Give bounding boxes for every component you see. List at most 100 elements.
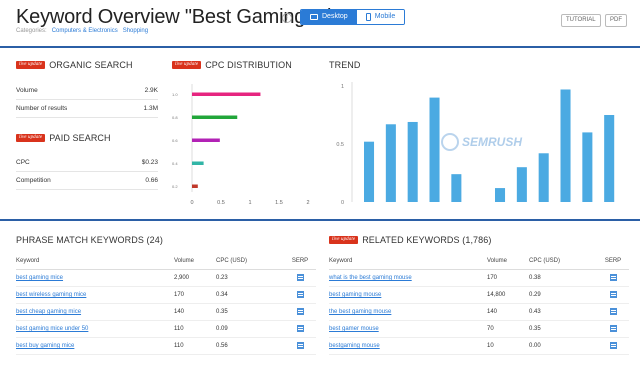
cpc-bar [192,184,198,188]
mobile-toggle-button[interactable]: Mobile [356,10,405,24]
table-row: best gaming mouse 14,800 0.29 [329,287,629,304]
trend-bar [538,153,549,202]
cpc-cell: 0.56 [216,343,228,349]
keyword-link[interactable]: best buy gaming mice [16,343,174,349]
column-volume[interactable]: Volume [174,258,216,264]
cpc-cell: 0.00 [529,343,541,349]
serp-icon[interactable] [609,273,617,281]
cpc-cell: 0.09 [216,326,228,332]
trend-bar [429,97,440,202]
volume-cell: 14,800 [487,292,506,298]
keyword-link[interactable]: what is the best gaming mouse [329,275,487,281]
serp-icon[interactable] [296,341,304,349]
x-tick-label: 0 [190,200,193,206]
trend-bar [364,141,375,202]
y-tick-label: 0.4 [172,161,178,166]
volume-cell: 110 [174,326,184,332]
organic-results-row: Number of results 1.3M [16,100,158,118]
cpc-cell: 0.43 [529,309,541,315]
cpc-bar [192,138,220,142]
keyword-link[interactable]: best gaming mice [16,275,174,281]
cpc-distribution-heading: CPC DISTRIBUTION [205,60,292,70]
watermark-logo-icon [441,133,459,151]
pdf-button[interactable]: PDF [605,14,627,27]
volume-cell: 110 [174,343,184,349]
column-cpc[interactable]: CPC (USD) [529,258,599,264]
organic-volume-row: Volume 2.9K [16,82,158,100]
organic-search-heading: ORGANIC SEARCH [49,60,133,70]
live-update-badge: live update [172,61,202,69]
paid-cpc-row: CPC $0.23 [16,154,158,172]
serp-icon[interactable] [296,324,304,332]
serp-icon[interactable] [609,290,617,298]
metric-value: $0.23 [141,159,158,166]
trend-bar [495,188,506,202]
keyword-link[interactable]: the best gaming mouse [329,309,487,315]
keyword-link[interactable]: best gaming mouse [329,292,487,298]
live-update-badge: live update [16,134,46,142]
column-keyword[interactable]: Keyword [16,258,174,264]
live-update-badge: live update [16,61,46,69]
table-header: Keyword Volume CPC (USD) SERP [329,252,629,270]
keyword-link[interactable]: best gaming mice under 50 [16,326,174,332]
y-tick-label: 0.8 [172,115,178,120]
metric-value: 0.66 [145,177,158,184]
paid-search-title: live update PAID SEARCH [16,133,111,143]
column-serp: SERP [604,257,622,264]
table-row: best gaming mice 2,900 0.23 [16,270,316,287]
serp-icon[interactable] [609,307,617,315]
related-keywords-heading: RELATED KEYWORDS (1,786) [362,235,492,245]
tutorial-button[interactable]: TUTORIAL [561,14,601,27]
trend-bar [516,167,527,202]
x-tick-label: 1 [248,200,251,206]
serp-icon[interactable] [296,307,304,315]
paid-search-panel: live update PAID SEARCH [16,133,111,143]
y-tick-label: 0.6 [172,138,178,143]
serp-icon[interactable] [609,324,617,332]
mobile-icon [365,13,371,21]
categories-label: Categories: [16,28,47,34]
trend-title: TREND [329,60,361,70]
info-icon[interactable]: i [282,13,292,23]
metric-value: 2.9K [144,87,158,94]
related-keywords-title: live update RELATED KEYWORDS (1,786) [329,235,491,245]
category-link[interactable]: Shopping [123,28,148,34]
keyword-link[interactable]: bestgaming mouse [329,343,487,349]
related-keywords-panel: live update RELATED KEYWORDS (1,786) [329,235,491,245]
organic-search-panel: live update ORGANIC SEARCH [16,60,133,70]
y-tick-label: 1 [341,84,344,90]
keyword-link[interactable]: best gamer mouse [329,326,487,332]
y-tick-label: 0.2 [172,184,178,189]
trend-bar [385,124,396,202]
column-serp: SERP [291,257,309,264]
metric-label: CPC [16,159,30,166]
category-link[interactable]: Computers & Electronics [52,28,118,34]
desktop-toggle-button[interactable]: Desktop [301,10,357,24]
serp-icon[interactable] [296,273,304,281]
metric-label: Volume [16,87,38,94]
cpc-distribution-chart: 1.0 0.8 0.6 0.4 0.2 0 0.5 1 1.5 2 [172,84,310,206]
semrush-watermark: SEMRUSH [462,135,522,149]
table-header: Keyword Volume CPC (USD) SERP [16,252,316,270]
table-row: best gamer mouse 70 0.35 [329,321,629,338]
trend-bar [582,132,593,202]
trend-panel: TREND [329,60,361,70]
page-header: Keyword Overview "Best Gaming Mice" i De… [0,0,640,48]
table-row: best gaming mice under 50 110 0.09 [16,321,316,338]
volume-cell: 70 [487,326,494,332]
volume-cell: 10 [487,343,494,349]
column-volume[interactable]: Volume [487,258,529,264]
column-keyword[interactable]: Keyword [329,258,487,264]
column-cpc[interactable]: CPC (USD) [216,258,286,264]
trend-bar [604,115,615,202]
metric-label: Competition [16,177,51,184]
paid-search-heading: PAID SEARCH [49,133,111,143]
serp-icon[interactable] [296,290,304,298]
keyword-link[interactable]: best cheap gaming mice [16,309,174,315]
y-tick-label: 0 [341,200,344,206]
volume-cell: 140 [487,309,498,315]
related-keywords-table: Keyword Volume CPC (USD) SERP what is th… [329,252,629,355]
keyword-link[interactable]: best wireless gaming mice [16,292,174,298]
cpc-cell: 0.23 [216,275,228,281]
serp-icon[interactable] [609,341,617,349]
